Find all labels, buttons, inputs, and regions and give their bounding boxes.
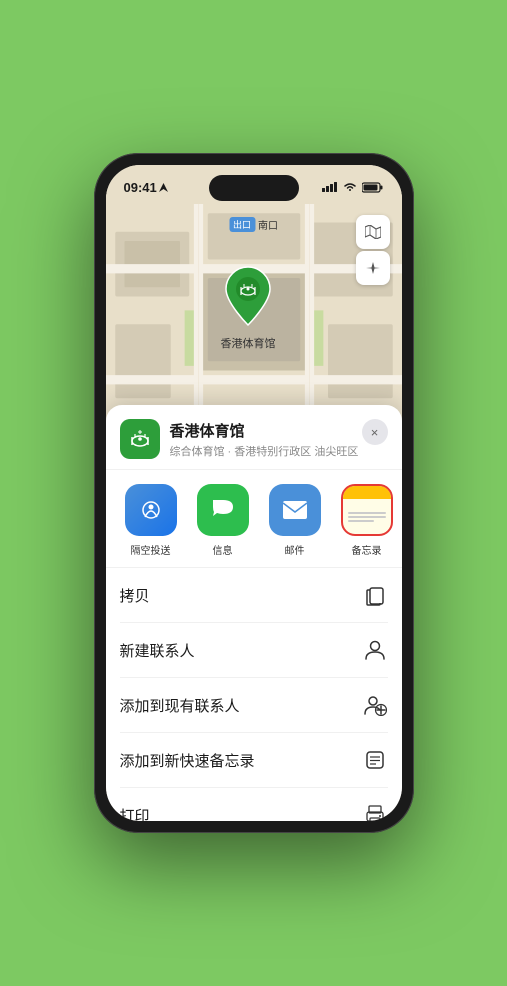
venue-name: 香港体育馆 [170, 420, 388, 441]
venue-header: 香港体育馆 综合体育馆 · 香港特别行政区 油尖旺区 × [106, 405, 402, 470]
action-copy-label: 拷贝 [120, 585, 150, 606]
action-print[interactable]: 打印 [120, 788, 388, 821]
venue-info: 香港体育馆 综合体育馆 · 香港特别行政区 油尖旺区 [170, 420, 388, 459]
phone-screen: 09:41 [106, 165, 402, 821]
action-new-contact[interactable]: 新建联系人 [120, 623, 388, 678]
copy-symbol [365, 584, 385, 606]
venue-icon [120, 419, 160, 459]
wifi-icon [343, 182, 357, 192]
map-label-text: 南口 [258, 217, 278, 232]
share-row: 隔空投送 信息 [106, 470, 402, 568]
compass-icon [366, 261, 380, 275]
note-icon [362, 747, 388, 773]
notes-label: 备忘录 [352, 542, 382, 557]
battery-icon [362, 182, 384, 193]
print-symbol [364, 805, 386, 821]
dynamic-island [209, 175, 299, 201]
time-label: 09:41 [124, 180, 157, 195]
share-item-message[interactable]: 信息 [192, 484, 254, 557]
action-list: 拷贝 新建联系人 [106, 568, 402, 821]
venue-logo-icon [128, 427, 152, 451]
note-symbol [365, 750, 385, 770]
status-icons [322, 182, 384, 193]
bottom-sheet: 香港体育馆 综合体育馆 · 香港特别行政区 油尖旺区 × 隔空投送 [106, 405, 402, 821]
person-add-icon [362, 692, 388, 718]
notes-icon [341, 484, 393, 536]
map-label-tag: 出口 [229, 217, 255, 232]
mail-symbol [281, 499, 309, 521]
action-new-contact-label: 新建联系人 [120, 640, 195, 661]
person-icon [362, 637, 388, 663]
print-icon [362, 802, 388, 821]
location-status-icon [159, 183, 168, 192]
action-add-contact-label: 添加到现有联系人 [120, 695, 240, 716]
message-label: 信息 [213, 542, 233, 557]
airdrop-symbol [138, 497, 164, 523]
mail-icon [269, 484, 321, 536]
message-icon [197, 484, 249, 536]
status-time: 09:41 [124, 180, 168, 195]
mail-label: 邮件 [285, 542, 305, 557]
map-type-icon [365, 225, 381, 239]
airdrop-icon [125, 484, 177, 536]
action-copy[interactable]: 拷贝 [120, 568, 388, 623]
map-btn-group [356, 215, 390, 285]
airdrop-label: 隔空投送 [131, 542, 171, 557]
signal-icon [322, 182, 338, 192]
action-quick-note-label: 添加到新快速备忘录 [120, 750, 255, 771]
marker-label: 香港体育馆 [221, 335, 276, 351]
location-marker: 香港体育馆 [221, 265, 276, 351]
action-print-label: 打印 [120, 805, 150, 822]
share-item-airdrop[interactable]: 隔空投送 [120, 484, 182, 557]
map-pin-icon [222, 265, 274, 327]
message-symbol [209, 496, 237, 524]
map-label: 出口 南口 [229, 217, 278, 232]
venue-subtitle: 综合体育馆 · 香港特别行政区 油尖旺区 [170, 443, 388, 459]
phone-frame: 09:41 [94, 153, 414, 833]
share-item-notes[interactable]: 备忘录 [336, 484, 398, 557]
close-button[interactable]: × [362, 419, 388, 445]
action-quick-note[interactable]: 添加到新快速备忘录 [120, 733, 388, 788]
map-type-button[interactable] [356, 215, 390, 249]
person-add-symbol [363, 694, 387, 716]
share-item-mail[interactable]: 邮件 [264, 484, 326, 557]
action-add-contact[interactable]: 添加到现有联系人 [120, 678, 388, 733]
person-symbol [364, 639, 386, 661]
location-button[interactable] [356, 251, 390, 285]
copy-icon [362, 582, 388, 608]
